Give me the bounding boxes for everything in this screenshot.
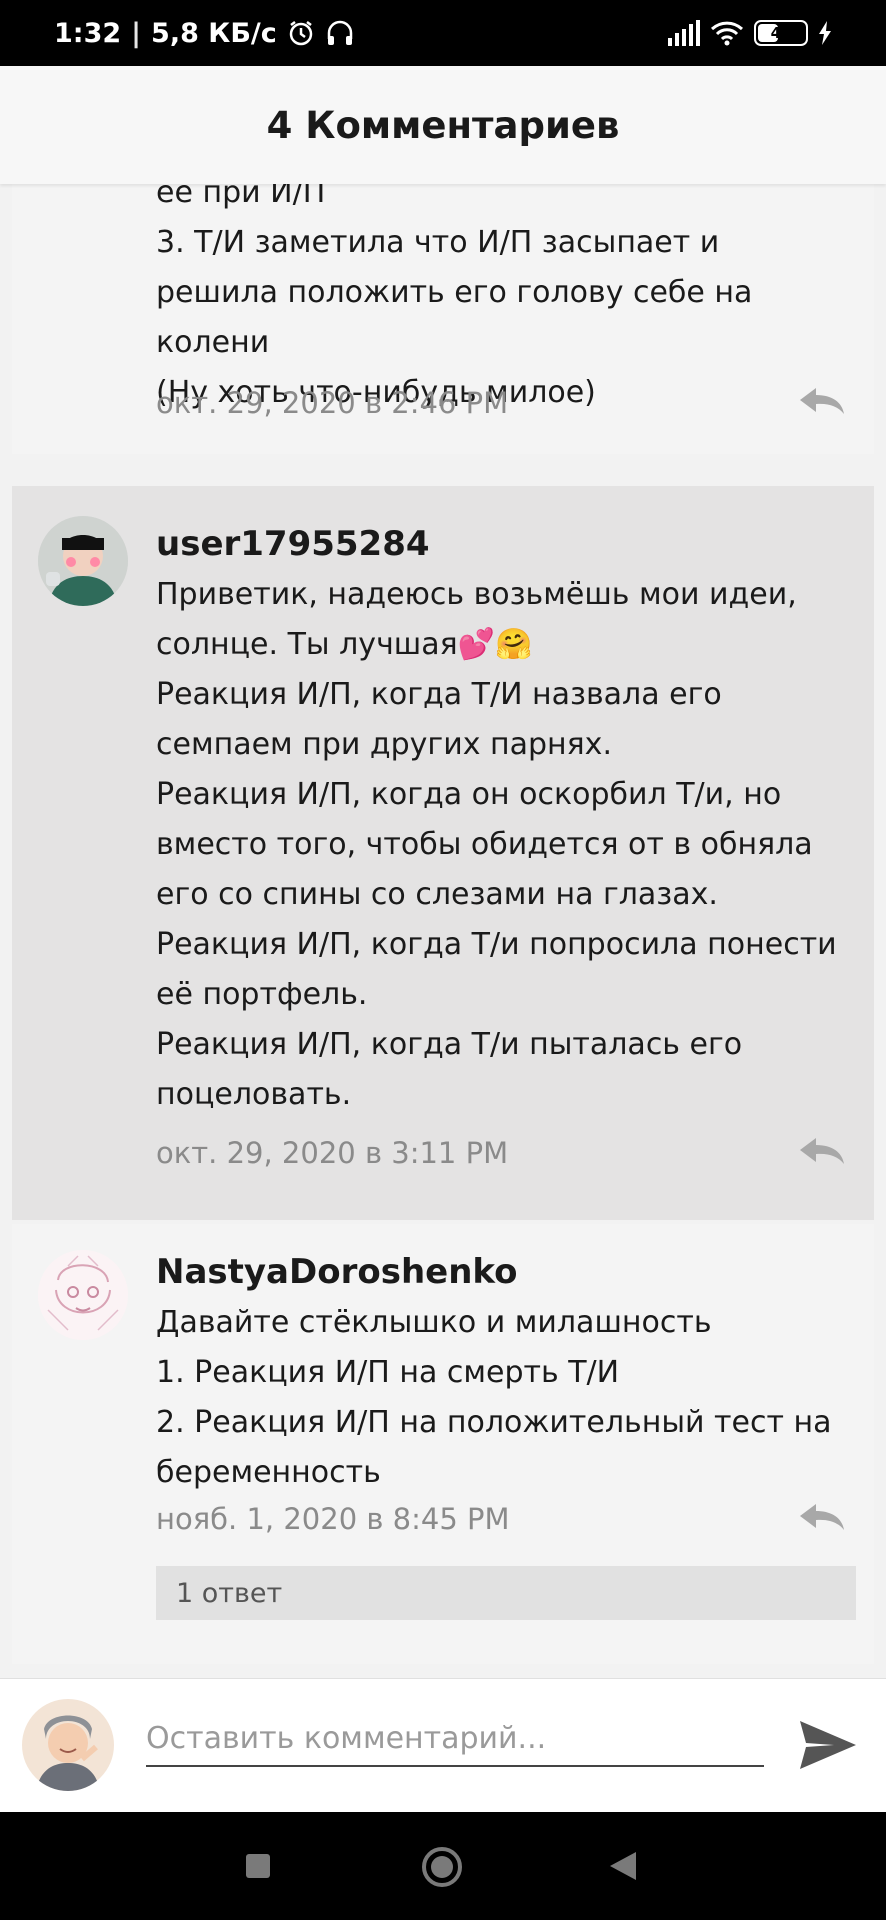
battery-level: 43 xyxy=(770,24,792,42)
comment-author[interactable]: NastyaDoroshenko xyxy=(156,1252,517,1292)
status-bar: 1:32 | 5,8 КБ/с 43 xyxy=(0,0,886,66)
comments-list[interactable]: её при И/П 3. Т/И заметила что И/П засып… xyxy=(0,184,886,1678)
charging-icon xyxy=(819,21,831,45)
comment-text: Давайте стёклышко и милашность 1. Реакци… xyxy=(156,1305,832,1490)
send-icon[interactable] xyxy=(796,1713,860,1777)
avatar-image xyxy=(22,1699,114,1791)
replies-button[interactable]: 1 ответ xyxy=(156,1566,856,1620)
reply-icon[interactable] xyxy=(798,384,846,418)
avatar-image xyxy=(38,516,128,606)
comment-author[interactable]: user17955284 xyxy=(156,524,430,564)
alarm-icon xyxy=(289,21,313,46)
comment-text: её при И/П 3. Т/И заметила что И/П засып… xyxy=(156,184,753,410)
status-divider: | xyxy=(131,17,142,49)
wifi-icon xyxy=(710,21,744,46)
reply-icon[interactable] xyxy=(798,1500,846,1534)
reply-icon[interactable] xyxy=(798,1134,846,1168)
avatar[interactable] xyxy=(38,516,128,606)
comment-text: Приветик, надеюсь возьмёшь мои идеи, сол… xyxy=(156,577,837,1112)
comment-item: NastyaDoroshenko Давайте стёклышко и мил… xyxy=(12,1224,874,1664)
recents-button[interactable] xyxy=(244,1852,272,1880)
status-speed: 5,8 КБ/с xyxy=(151,17,277,49)
navigation-bar xyxy=(0,1812,886,1920)
comment-date: окт. 29, 2020 в 2:46 PM xyxy=(156,386,509,420)
header: 4 Комментариев xyxy=(0,66,886,184)
avatar-image xyxy=(38,1250,128,1340)
signal-icon xyxy=(668,20,700,46)
comment-date: нояб. 1, 2020 в 8:45 PM xyxy=(156,1502,510,1536)
avatar xyxy=(22,1699,114,1791)
back-button[interactable] xyxy=(608,1850,638,1882)
comment-date: окт. 29, 2020 в 3:11 PM xyxy=(156,1136,509,1170)
page-title: 4 Комментариев xyxy=(266,103,620,147)
comment-item: её при И/П 3. Т/И заметила что И/П засып… xyxy=(12,184,874,454)
battery-icon: 43 xyxy=(754,20,808,46)
comment-input-bar xyxy=(0,1678,886,1813)
avatar[interactable] xyxy=(38,1250,128,1340)
status-time: 1:32 xyxy=(54,17,122,49)
comment-item: user17955284 Приветик, надеюсь возьмёшь … xyxy=(12,486,874,1220)
headphones-icon xyxy=(327,20,353,45)
comment-input[interactable] xyxy=(146,1711,764,1767)
home-button[interactable] xyxy=(421,1846,463,1888)
